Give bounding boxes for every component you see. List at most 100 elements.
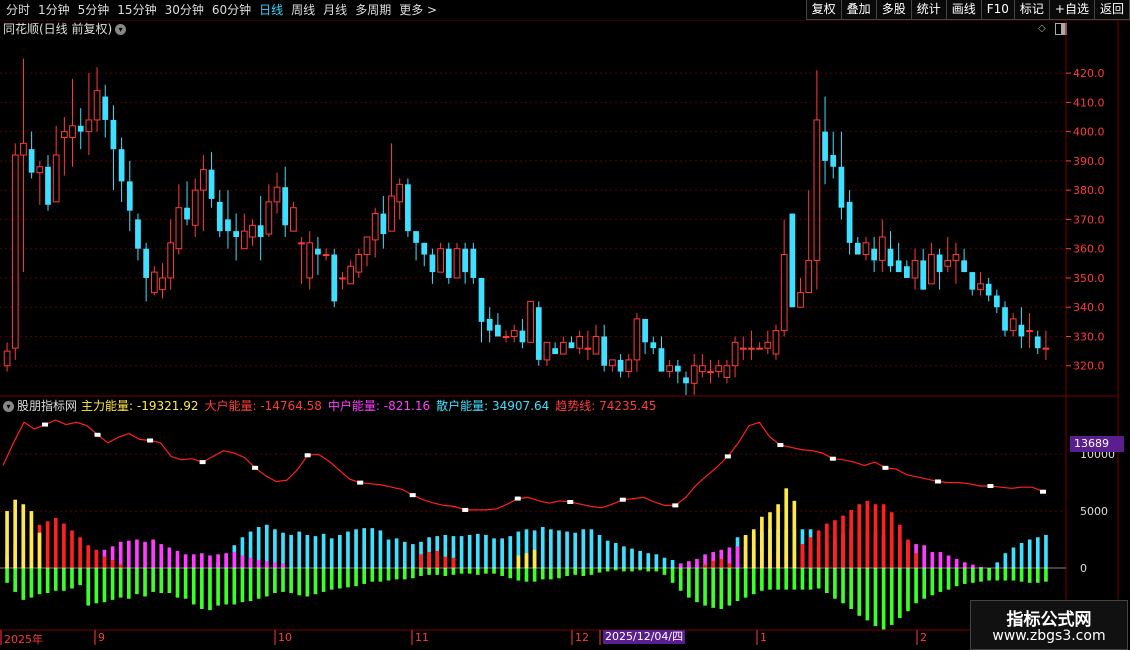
green-bar — [29, 568, 34, 598]
period-tab[interactable]: 周线 — [287, 0, 319, 20]
magenta-bar — [808, 548, 813, 568]
period-tab[interactable]: 月线 — [319, 0, 351, 20]
green-bar — [443, 568, 448, 576]
candle-body — [502, 335, 510, 338]
candle-body — [191, 189, 199, 226]
cyan-bar — [768, 529, 772, 568]
magenta-bar — [800, 552, 805, 568]
cyan-bar — [540, 527, 545, 568]
magenta-bar — [735, 546, 740, 568]
yellow-bar — [524, 553, 529, 568]
tool-button[interactable]: +自选 — [1048, 0, 1095, 20]
dropdown-icon[interactable]: ▾ — [115, 24, 127, 35]
candle-body — [911, 259, 919, 279]
red-bar — [873, 504, 878, 568]
magenta-bar — [248, 557, 253, 568]
candle-body — [306, 242, 314, 279]
candle-body — [535, 307, 542, 360]
red-bar — [62, 523, 66, 568]
green-bar — [930, 568, 935, 596]
candle-body — [462, 248, 469, 273]
magenta-bar — [727, 547, 732, 568]
candle-body — [862, 242, 870, 256]
green-bar — [102, 568, 107, 603]
magenta-bar — [143, 541, 147, 568]
indicator-dropdown-icon[interactable]: ▾ — [3, 401, 14, 412]
trend-marker — [42, 422, 49, 427]
cyan-bar — [435, 536, 440, 568]
period-tab[interactable]: 30分钟 — [161, 0, 208, 20]
candle-body — [658, 348, 665, 372]
tool-button[interactable]: 叠加 — [840, 0, 877, 20]
candle-body — [167, 242, 175, 279]
price-chart[interactable]: 420.0 410.0 400.0 390.0 380.0 370.0 360.0 350.0… — [0, 0, 1130, 650]
candle-body — [559, 341, 567, 355]
magenta-bar — [191, 554, 196, 568]
green-bar — [524, 568, 529, 582]
green-bar — [370, 568, 375, 582]
green-bar — [135, 568, 139, 595]
candle-body — [780, 254, 788, 332]
period-tab[interactable]: 日线 — [255, 0, 287, 20]
date-cursor: 2025/12/04/四 — [603, 630, 686, 644]
tool-button[interactable]: 返回 — [1093, 0, 1130, 20]
magenta-bar — [151, 539, 155, 568]
cyan-bar — [337, 534, 342, 568]
candle-body — [437, 248, 444, 273]
tool-button[interactable]: F10 — [980, 0, 1015, 20]
tool-button[interactable]: 复权 — [805, 0, 842, 20]
tool-button[interactable]: 多股 — [875, 0, 912, 20]
date-axis: 2025年 9 10 11 12 2025/12/04/四 1 2 — [0, 630, 1100, 646]
trend-marker — [987, 484, 994, 489]
trend-marker — [409, 493, 416, 498]
red-bar — [451, 557, 456, 568]
red-bar — [808, 537, 813, 568]
period-tab[interactable]: 15分钟 — [113, 0, 160, 20]
green-bar — [768, 568, 772, 590]
cyan-bar — [232, 545, 237, 568]
magenta-bar — [962, 562, 967, 568]
period-tab[interactable]: 60分钟 — [208, 0, 255, 20]
tool-button[interactable]: 统计 — [910, 0, 947, 20]
green-bar — [1044, 568, 1048, 582]
candle-body — [257, 225, 264, 237]
candle-body — [510, 330, 518, 337]
indicator-header: ▾ 股朋指标网 主力能量: -19321.92 大户能量: -14764.58 中户能量… — [3, 399, 668, 413]
candle-body — [60, 131, 68, 138]
magenta-bar — [930, 552, 935, 568]
period-tab[interactable]: 5分钟 — [74, 0, 114, 20]
green-bar — [1035, 568, 1040, 583]
tool-button[interactable]: 画线 — [945, 0, 982, 20]
green-bar — [760, 568, 764, 591]
cyan-bar — [565, 531, 569, 568]
green-bar — [175, 568, 180, 598]
candle-body — [208, 169, 215, 199]
green-bar — [743, 568, 748, 598]
period-tab[interactable]: 分时 — [2, 0, 34, 20]
cyan-bar — [370, 528, 375, 568]
yellow-bar — [37, 532, 42, 568]
green-bar — [824, 568, 829, 594]
candle-body — [699, 365, 706, 373]
magenta-bar — [183, 554, 188, 568]
diamond-icon[interactable]: ◇ — [1038, 23, 1046, 34]
window-restore-icon[interactable] — [1055, 23, 1067, 35]
candle-body — [690, 365, 698, 384]
period-tab[interactable]: 更多 > — [395, 0, 441, 20]
magenta-bar — [792, 553, 797, 568]
cyan-bar — [297, 531, 302, 568]
cyan-bar — [354, 529, 358, 568]
period-tab[interactable]: 1分钟 — [34, 0, 74, 20]
green-bar — [53, 568, 58, 591]
green-bar — [597, 568, 602, 573]
green-bar — [865, 568, 870, 621]
green-bar — [589, 568, 594, 575]
green-bar — [37, 568, 42, 595]
period-tab[interactable]: 多周期 — [351, 0, 395, 20]
yellow-bar — [21, 504, 26, 568]
green-bar — [94, 568, 99, 604]
candle-body — [249, 224, 256, 238]
candle-body — [674, 365, 681, 372]
tool-button[interactable]: 标记 — [1013, 0, 1050, 20]
green-bar — [110, 568, 115, 600]
